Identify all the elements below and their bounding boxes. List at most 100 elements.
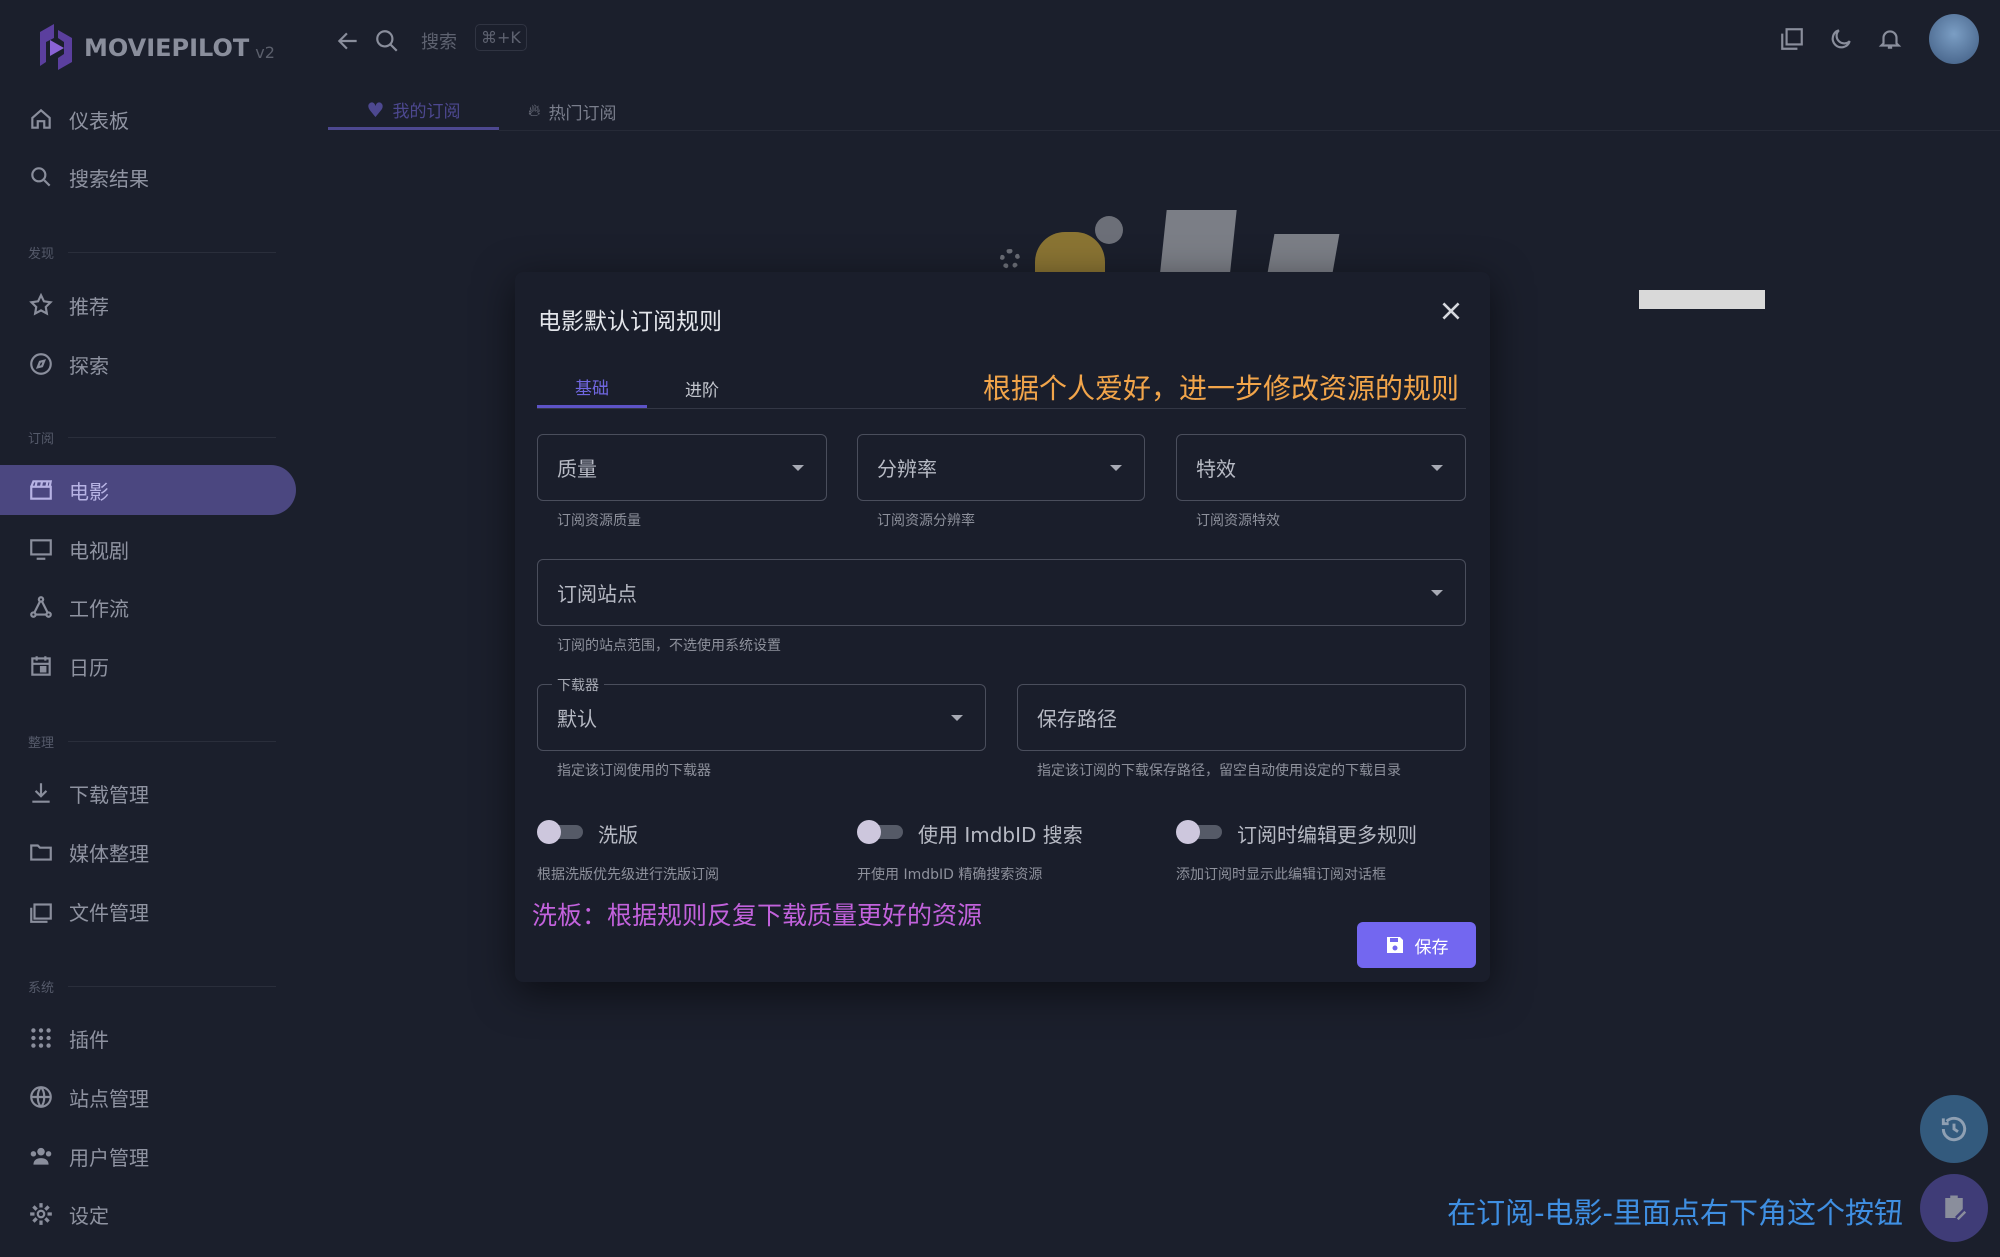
sidebar-item-grid[interactable]: 插件 xyxy=(0,1013,296,1063)
back-arrow-icon[interactable] xyxy=(333,26,363,56)
downloader-label: 下载器 xyxy=(552,675,604,695)
sidebar-item-download[interactable]: 下载管理 xyxy=(0,768,296,818)
field-value: 默认 xyxy=(557,707,597,731)
sidebar-section-label: 整理 xyxy=(28,732,277,751)
sidebar-item-label: 电影 xyxy=(69,479,109,504)
search-shortcut: ⌘+K xyxy=(475,24,527,51)
chevron-down-icon xyxy=(792,465,804,471)
logo-icon xyxy=(40,24,72,70)
quality-select[interactable]: 质量 xyxy=(537,434,827,501)
movie-icon xyxy=(28,477,54,503)
gear-icon xyxy=(28,1201,54,1227)
sidebar-item-globe[interactable]: 站点管理 xyxy=(0,1072,296,1122)
sidebar-item-users[interactable]: 用户管理 xyxy=(0,1131,296,1181)
sidebar-item-label: 电视剧 xyxy=(69,538,129,563)
sidebar-item-home[interactable]: 仪表板 xyxy=(0,94,296,144)
tabs-divider xyxy=(537,408,1466,409)
sites-select[interactable]: 订阅站点 xyxy=(537,559,1466,626)
field-label: 订阅站点 xyxy=(557,582,637,606)
sidebar-section-label: 订阅 xyxy=(28,428,277,447)
tab-label: 基础 xyxy=(575,379,609,399)
resolution-select[interactable]: 分辨率 xyxy=(857,434,1145,501)
sidebar-item-search[interactable]: 搜索结果 xyxy=(0,152,296,202)
bell-icon[interactable] xyxy=(1877,26,1903,52)
history-button[interactable] xyxy=(1920,1095,1988,1163)
download-icon xyxy=(28,780,54,806)
tab-popular-subscriptions[interactable]: 🔥︎ 热门订阅 xyxy=(528,92,616,130)
toggle-hint: 开使用 ImdbID 精确搜索资源 xyxy=(857,867,1043,883)
chevron-down-icon xyxy=(951,715,963,721)
floppy-disk-icon xyxy=(1386,937,1403,953)
sidebar-item-gear[interactable]: 设定 xyxy=(0,1189,296,1239)
downloader-select[interactable]: 默认 下载器 xyxy=(537,675,986,751)
clipboard-edit-icon xyxy=(1945,1195,1967,1221)
annotation-wash: 洗板：根据规则反复下载质量更好的资源 xyxy=(532,901,983,930)
version-label: v2 xyxy=(255,42,275,62)
edit-more-rules-toggle[interactable] xyxy=(1176,820,1222,844)
save-path-hint: 指定该订阅的下载保存路径，留空自动使用设定的下载目录 xyxy=(1037,763,1401,779)
calendar-icon xyxy=(28,653,54,679)
quality-hint: 订阅资源质量 xyxy=(557,513,641,529)
sidebar-item-files[interactable]: 文件管理 xyxy=(0,886,296,936)
workflow-icon xyxy=(28,594,54,620)
sidebar-item-calendar[interactable]: 日历 xyxy=(0,641,296,691)
heart-icon: ♥ xyxy=(366,97,385,122)
resolution-hint: 订阅资源分辨率 xyxy=(877,513,975,529)
tab-basic[interactable]: 基础 xyxy=(537,368,647,408)
compass-icon xyxy=(28,351,54,377)
empty-state-illustration xyxy=(995,204,1340,284)
sites-hint: 订阅的站点范围，不选使用系统设置 xyxy=(557,638,781,654)
sidebar-item-star[interactable]: 推荐 xyxy=(0,280,296,330)
folder-icon xyxy=(28,839,54,865)
close-icon[interactable] xyxy=(1438,298,1464,324)
home-icon xyxy=(28,106,54,132)
sidebar-item-tv[interactable]: 电视剧 xyxy=(0,524,296,574)
sidebar-item-label: 下载管理 xyxy=(69,782,149,807)
tab-label: 热门订阅 xyxy=(548,103,617,124)
sidebar-item-workflow[interactable]: 工作流 xyxy=(0,582,296,632)
save-button[interactable]: 保存 xyxy=(1357,922,1476,968)
placeholder-bar xyxy=(1639,290,1765,309)
chevron-down-icon xyxy=(1431,465,1443,471)
edit-subscription-rules-button[interactable] xyxy=(1920,1174,1988,1242)
dialog-title: 电影默认订阅规则 xyxy=(538,309,722,335)
tabs-divider xyxy=(499,130,2000,131)
sidebar-item-movie[interactable]: 电影 xyxy=(0,465,296,515)
sidebar-item-compass[interactable]: 探索 xyxy=(0,339,296,389)
sidebar-item-label: 探索 xyxy=(69,353,109,378)
theme-moon-icon[interactable] xyxy=(1828,26,1854,52)
effect-hint: 订阅资源特效 xyxy=(1196,513,1280,529)
sidebar-item-label: 日历 xyxy=(69,655,109,680)
sidebar-item-label: 推荐 xyxy=(69,294,109,319)
logo[interactable]: MOVIEPILOT v2 xyxy=(32,22,275,74)
sidebar-item-folder[interactable]: 媒体整理 xyxy=(0,827,296,877)
chevron-down-icon xyxy=(1110,465,1122,471)
best-version-toggle[interactable] xyxy=(537,820,583,844)
window-icon[interactable] xyxy=(1779,26,1805,52)
toggle-label: 洗版 xyxy=(598,823,638,847)
star-icon xyxy=(28,292,54,318)
field-label: 特效 xyxy=(1196,457,1236,481)
sidebar-item-label: 设定 xyxy=(69,1203,109,1228)
search-input[interactable]: 搜索 xyxy=(421,28,457,54)
toggle-label: 订阅时编辑更多规则 xyxy=(1237,823,1417,847)
sidebar-item-label: 工作流 xyxy=(69,596,129,621)
imdbid-search-toggle[interactable] xyxy=(857,820,903,844)
annotation-button: 在订阅-电影-里面点右下角这个按钮 xyxy=(1447,1196,1903,1230)
sidebar-item-label: 插件 xyxy=(69,1027,109,1052)
tab-my-subscriptions[interactable]: ♥ 我的订阅 xyxy=(328,92,499,130)
search-icon[interactable] xyxy=(372,26,402,56)
tab-label: 我的订阅 xyxy=(392,102,461,122)
tab-advanced[interactable]: 进阶 xyxy=(647,368,757,408)
sidebar-section-label: 系统 xyxy=(28,977,277,996)
subscription-rules-dialog: 电影默认订阅规则 基础 进阶 根据个人爱好，进一步修改资源的规则 质量 分辨率 … xyxy=(515,272,1490,982)
effect-select[interactable]: 特效 xyxy=(1176,434,1466,501)
field-label: 质量 xyxy=(557,457,597,481)
users-icon xyxy=(28,1143,54,1169)
globe-icon xyxy=(28,1084,54,1110)
sidebar-item-label: 仪表板 xyxy=(69,108,129,133)
avatar[interactable] xyxy=(1929,14,1979,64)
logo-text: MOVIEPILOT xyxy=(84,34,250,62)
toggle-hint: 根据洗版优先级进行洗版订阅 xyxy=(537,867,719,883)
save-path-input[interactable]: 保存路径 xyxy=(1017,684,1466,751)
